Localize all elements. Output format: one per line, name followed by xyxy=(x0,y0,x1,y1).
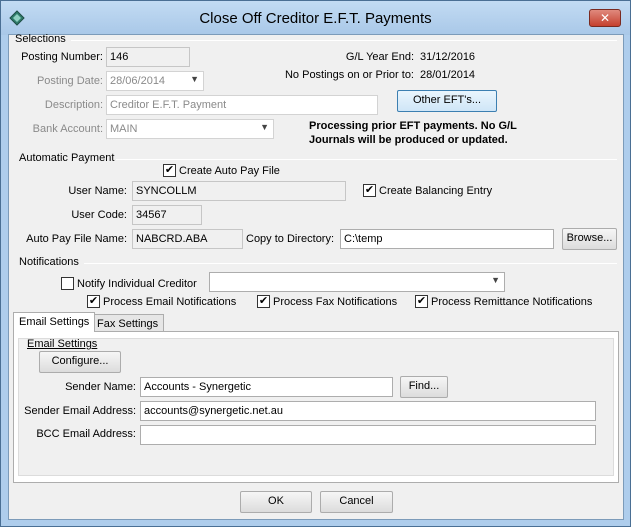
cancel-button[interactable]: Cancel xyxy=(320,491,393,513)
close-button[interactable]: ✕ xyxy=(589,9,621,27)
user-name-field: SYNCOLLM xyxy=(132,181,346,201)
sender-email-field[interactable]: accounts@synergetic.net.au xyxy=(140,401,596,421)
bcc-email-field[interactable] xyxy=(140,425,596,445)
notify-individual-creditor-checkbox[interactable] xyxy=(61,277,74,290)
selections-section-title: Selections xyxy=(15,33,66,45)
create-balancing-entry-checkbox[interactable]: ✔ xyxy=(363,184,376,197)
email-settings-panel: Email Settings Configure... Sender Name:… xyxy=(13,331,619,483)
notifications-divider xyxy=(84,263,617,264)
ok-button[interactable]: OK xyxy=(240,491,312,513)
dialog-client: Selections Posting Number: 146 Posting D… xyxy=(8,33,624,520)
tab-fax-settings[interactable]: Fax Settings xyxy=(91,314,165,331)
create-balancing-entry-label[interactable]: Create Balancing Entry xyxy=(379,185,492,197)
copy-to-directory-label: Copy to Directory: xyxy=(246,233,335,245)
process-remittance-label[interactable]: Process Remittance Notifications xyxy=(431,296,592,308)
chevron-down-icon[interactable]: ▼ xyxy=(190,74,199,84)
bank-account-value: MAIN xyxy=(110,123,138,135)
email-settings-groupbox: Email Settings Configure... Sender Name:… xyxy=(18,338,614,476)
user-code-field: 34567 xyxy=(132,205,202,225)
gl-year-end-value: 31/12/2016 xyxy=(420,51,476,63)
posting-number-field: 146 xyxy=(106,47,190,67)
posting-date-label: Posting Date: xyxy=(36,75,103,87)
notify-creditor-combo[interactable]: ▼ xyxy=(209,272,505,292)
bank-account-combo[interactable]: MAIN ▼ xyxy=(106,119,274,139)
bcc-email-label: BCC Email Address: xyxy=(36,428,136,440)
sender-name-field[interactable]: Accounts - Synergetic xyxy=(140,377,393,397)
user-code-label: User Code: xyxy=(71,209,127,221)
chevron-down-icon[interactable]: ▼ xyxy=(260,122,269,132)
description-label: Description: xyxy=(44,99,103,111)
automatic-payment-divider xyxy=(116,159,617,160)
user-name-label: User Name: xyxy=(68,185,127,197)
create-auto-pay-file-label[interactable]: Create Auto Pay File xyxy=(179,165,280,177)
notifications-section-title: Notifications xyxy=(19,256,79,268)
window-title: Close Off Creditor E.F.T. Payments xyxy=(199,10,432,27)
create-auto-pay-file-checkbox[interactable]: ✔ xyxy=(163,164,176,177)
process-fax-label[interactable]: Process Fax Notifications xyxy=(273,296,397,308)
process-email-checkbox[interactable]: ✔ xyxy=(87,295,100,308)
prior-eft-note-line-2: Journals will be produced or updated. xyxy=(309,134,508,146)
no-postings-label: No Postings on or Prior to: xyxy=(284,69,414,81)
selections-divider xyxy=(71,40,617,41)
description-field[interactable]: Creditor E.F.T. Payment xyxy=(106,95,378,115)
copy-to-directory-field[interactable]: C:\temp xyxy=(340,229,554,249)
notify-individual-creditor-label[interactable]: Notify Individual Creditor xyxy=(77,278,197,290)
posting-date-value: 28/06/2014 xyxy=(110,75,166,87)
prior-eft-note-line-1: Processing prior EFT payments. No G/L xyxy=(309,120,517,132)
browse-button[interactable]: Browse... xyxy=(562,228,617,250)
posting-date-combo[interactable]: 28/06/2014 ▼ xyxy=(106,71,204,91)
dialog-window: Close Off Creditor E.F.T. Payments ✕ Sel… xyxy=(0,0,631,527)
auto-pay-file-name-field: NABCRD.ABA xyxy=(132,229,243,249)
prior-eft-note: Processing prior EFT payments. No G/L Jo… xyxy=(309,119,517,147)
gl-year-end-label: G/L Year End: xyxy=(345,51,414,63)
sender-email-label: Sender Email Address: xyxy=(24,405,136,417)
find-button[interactable]: Find... xyxy=(400,376,448,398)
bank-account-label: Bank Account: xyxy=(32,123,103,135)
process-email-label[interactable]: Process Email Notifications xyxy=(103,296,236,308)
other-efts-button[interactable]: Other EFT's... xyxy=(397,90,497,112)
auto-pay-file-name-label: Auto Pay File Name: xyxy=(26,233,127,245)
email-settings-group-title: Email Settings xyxy=(27,338,98,350)
chevron-down-icon[interactable]: ▼ xyxy=(491,275,500,285)
tab-email-settings[interactable]: Email Settings xyxy=(13,312,96,332)
configure-button[interactable]: Configure... xyxy=(39,351,121,373)
automatic-payment-section-title: Automatic Payment xyxy=(19,152,115,164)
process-remittance-checkbox[interactable]: ✔ xyxy=(415,295,428,308)
no-postings-value: 28/01/2014 xyxy=(420,69,476,81)
sender-name-label: Sender Name: xyxy=(65,381,136,393)
title-bar[interactable]: Close Off Creditor E.F.T. Payments ✕ xyxy=(1,1,630,35)
process-fax-checkbox[interactable]: ✔ xyxy=(257,295,270,308)
posting-number-label: Posting Number: xyxy=(21,51,103,63)
